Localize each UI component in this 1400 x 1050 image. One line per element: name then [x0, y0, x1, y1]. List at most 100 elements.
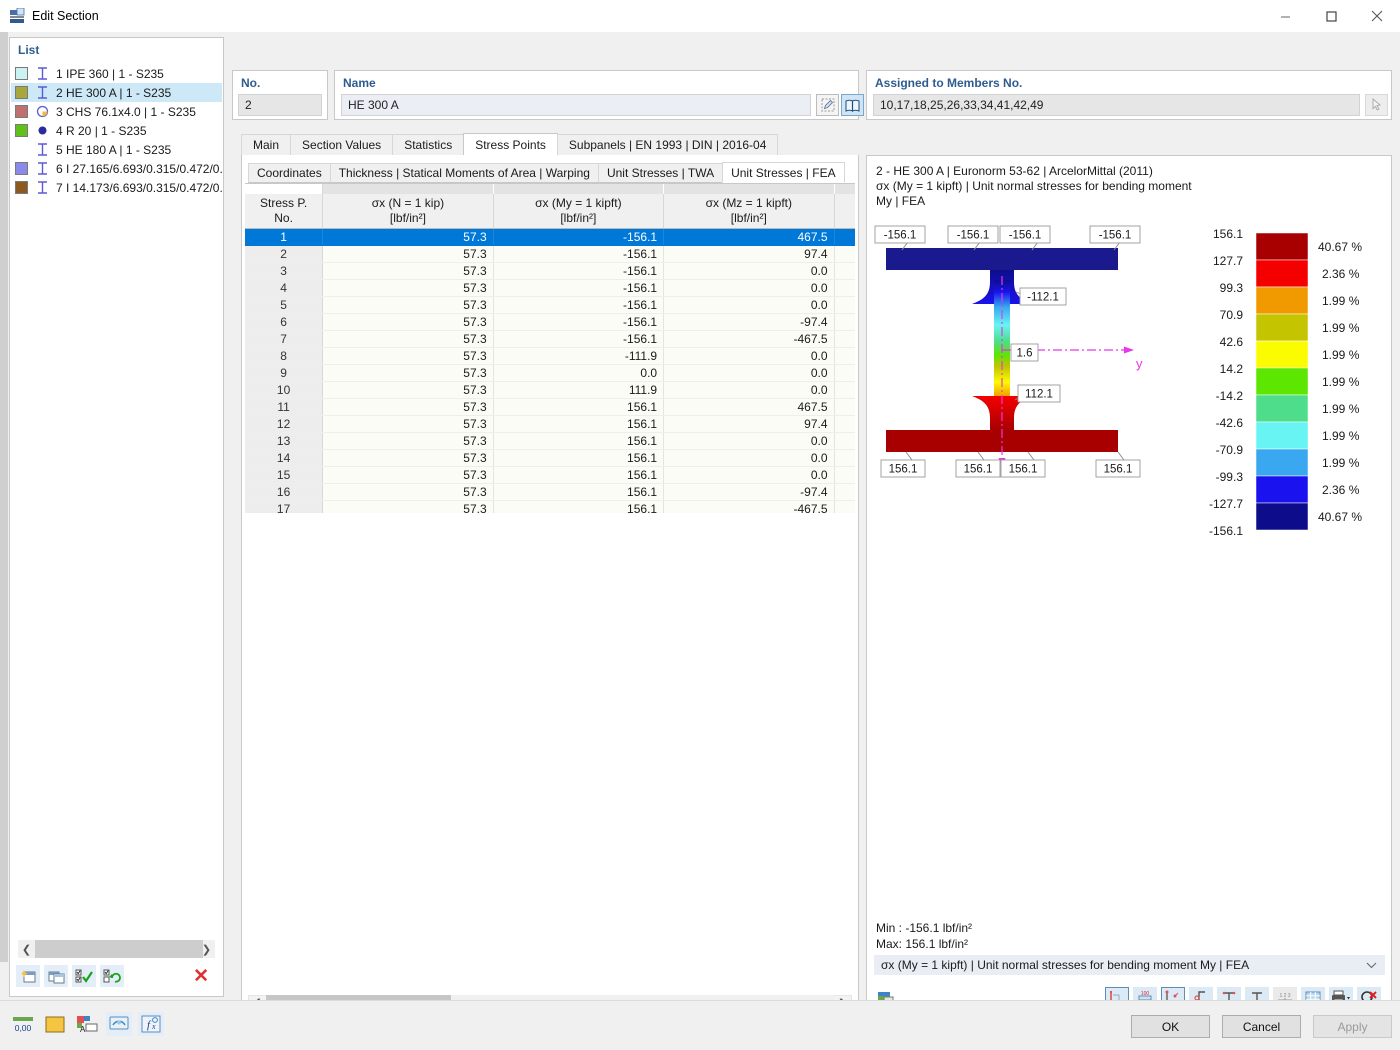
delete-section-button[interactable]: ✕: [193, 967, 209, 986]
cell-no: 11: [245, 398, 324, 416]
table-row[interactable]: 7 57.3 -156.1 -467.5 -1: [245, 330, 855, 348]
table-row[interactable]: 6 57.3 -156.1 -97.4 -0: [245, 313, 855, 331]
formula-button[interactable]: fx: [138, 1012, 164, 1036]
tab-statistics[interactable]: Statistics: [392, 134, 465, 155]
svg-text:-70.9: -70.9: [1216, 443, 1244, 457]
cell-sigma-my: -156.1: [493, 262, 665, 280]
list-item-6[interactable]: 6 I 27.165/6.693/0.315/0.472/0.197 |: [11, 159, 222, 178]
cell-sigma-my: 156.1: [493, 432, 665, 450]
tab-subpanels[interactable]: Subpanels | EN 1993 | DIN | 2016-04: [556, 134, 779, 155]
cancel-button[interactable]: Cancel: [1222, 1015, 1301, 1038]
min-value: Min : -156.1 lbf/in²: [876, 921, 973, 935]
scroll-left-icon[interactable]: ❮: [18, 940, 35, 958]
cell-sigma-n: 57.3: [322, 347, 494, 365]
tab-stress-points[interactable]: Stress Points: [463, 133, 558, 155]
list-item-7[interactable]: 7 I 14.173/6.693/0.315/0.472/0.197 |: [11, 178, 222, 197]
list-item-4[interactable]: 4 R 20 | 1 - S235: [11, 121, 222, 140]
scroll-thumb[interactable]: [35, 940, 203, 958]
table-row[interactable]: 12 57.3 156.1 97.4 -0: [245, 415, 855, 433]
tab-main[interactable]: Main: [241, 134, 292, 155]
color-button[interactable]: [42, 1012, 68, 1036]
svg-text:40.67 %: 40.67 %: [1318, 510, 1362, 524]
table-row[interactable]: 17 57.3 156.1 -467.5 1: [245, 500, 855, 513]
column-header-sigma-my[interactable]: σx (My = 1 kipft) [lbf/in²]: [493, 194, 665, 229]
cell-sigma-mz: -97.4: [663, 313, 835, 331]
list-horizontal-scrollbar[interactable]: ❮ ❯: [18, 940, 215, 958]
subtab-unit-stresses-twa[interactable]: Unit Stresses | TWA: [597, 163, 724, 183]
svg-text:14.2: 14.2: [1220, 362, 1244, 376]
list-item-1[interactable]: 1 IPE 360 | 1 - S235: [11, 64, 222, 83]
table-row[interactable]: 15 57.3 156.1 0.0 0: [245, 466, 855, 484]
table-row[interactable]: 4 57.3 -156.1 0.0 0: [245, 279, 855, 297]
apply-button[interactable]: Apply: [1313, 1015, 1392, 1038]
column-header-stress-point-no[interactable]: Stress P. No.: [245, 194, 324, 229]
cell-sigma-mw: 0: [834, 279, 855, 297]
maximize-button[interactable]: [1308, 0, 1354, 32]
cell-sigma-mw: 0: [834, 483, 855, 501]
cell-sigma-mw: 0: [834, 432, 855, 450]
cell-sigma-my: -156.1: [493, 313, 665, 331]
svg-text:-112.1: -112.1: [1027, 292, 1059, 304]
table-row[interactable]: 8 57.3 -111.9 0.0 0: [245, 347, 855, 365]
section-no-field[interactable]: 2: [238, 94, 322, 116]
svg-text:112.1: 112.1: [1025, 389, 1053, 401]
table-row[interactable]: 11 57.3 156.1 467.5 -1: [245, 398, 855, 416]
svg-text:x: x: [151, 1022, 156, 1031]
view-settings-button[interactable]: [106, 1012, 132, 1036]
refresh-sections-button[interactable]: [100, 965, 124, 987]
list-item-2[interactable]: 2 HE 300 A | 1 - S235: [11, 83, 222, 102]
table-header-strip: [245, 184, 855, 194]
table-row[interactable]: 3 57.3 -156.1 0.0 0: [245, 262, 855, 280]
table-row[interactable]: 1 57.3 -156.1 467.5 1: [245, 228, 855, 246]
subtab-thickness-statical-moments-warping[interactable]: Thickness | Statical Moments of Area | W…: [329, 163, 599, 183]
scroll-track[interactable]: [35, 940, 203, 958]
table-row[interactable]: 2 57.3 -156.1 97.4 0: [245, 245, 855, 263]
column-header-sigma-mw[interactable]: σx (Mω = 1 lbfft²) [lbf/in²]: [834, 194, 855, 229]
subtab-unit-stresses-fea[interactable]: Unit Stresses | FEA: [722, 162, 845, 183]
table-row[interactable]: 9 57.3 0.0 0.0 0: [245, 364, 855, 382]
table-row[interactable]: 5 57.3 -156.1 0.0 0: [245, 296, 855, 314]
pick-members-button[interactable]: [1365, 94, 1388, 116]
column-header-sigma-n[interactable]: σx (N = 1 kip) [lbf/in²]: [322, 194, 494, 229]
svg-text:1.99 %: 1.99 %: [1322, 321, 1360, 335]
color-swatch: [15, 67, 28, 80]
table-row[interactable]: 10 57.3 111.9 0.0 0: [245, 381, 855, 399]
ok-button[interactable]: OK: [1131, 1015, 1210, 1038]
cell-sigma-mz: 0.0: [663, 347, 835, 365]
units-button[interactable]: 0,00: [10, 1012, 36, 1036]
section-name-field[interactable]: HE 300 A: [341, 94, 811, 116]
table-row[interactable]: 13 57.3 156.1 0.0 0: [245, 432, 855, 450]
cell-sigma-my: 156.1: [493, 466, 665, 484]
chevron-down-icon[interactable]: [1366, 962, 1377, 969]
cell-sigma-n: 57.3: [322, 432, 494, 450]
column-header-sigma-mz[interactable]: σx (Mz = 1 kipft) [lbf/in²]: [663, 194, 835, 229]
list-item-5[interactable]: 5 HE 180 A | 1 - S235: [11, 140, 222, 159]
minimize-button[interactable]: [1262, 0, 1308, 32]
copy-section-button[interactable]: [44, 965, 68, 987]
cell-sigma-my: 156.1: [493, 500, 665, 513]
svg-text:156.1: 156.1: [1213, 227, 1243, 241]
list-item-3[interactable]: 3 CHS 76.1x4.0 | 1 - S235: [11, 102, 222, 121]
new-section-button[interactable]: [16, 965, 40, 987]
cell-no: 4: [245, 279, 324, 297]
section-stress-plot[interactable]: y z -156.1 -156.1 -156.1 -156.1 -: [868, 216, 1392, 906]
edit-name-button[interactable]: [816, 94, 839, 116]
stress-type-select[interactable]: σx (My = 1 kipft) | Unit normal stresses…: [874, 955, 1385, 975]
stress-points-panel: Coordinates Thickness | Statical Moments…: [241, 155, 859, 1020]
table-row[interactable]: 16 57.3 156.1 -97.4 0: [245, 483, 855, 501]
color-swatch: [15, 124, 28, 137]
assigned-members-field[interactable]: 10,17,18,25,26,33,34,41,42,49: [873, 94, 1360, 116]
cell-no: 3: [245, 262, 324, 280]
cell-sigma-my: 111.9: [493, 381, 665, 399]
header-line2: [lbf/in²]: [560, 210, 597, 225]
no-label: No.: [241, 76, 261, 90]
display-properties-button[interactable]: A: [74, 1012, 100, 1036]
svg-text:2.36 %: 2.36 %: [1322, 483, 1360, 497]
tab-section-values[interactable]: Section Values: [290, 134, 394, 155]
check-sections-button[interactable]: [72, 965, 96, 987]
section-library-button[interactable]: [841, 94, 864, 116]
table-row[interactable]: 14 57.3 156.1 0.0 0: [245, 449, 855, 467]
subtab-coordinates[interactable]: Coordinates: [248, 163, 331, 183]
header-line2: No.: [274, 210, 293, 225]
close-button[interactable]: [1354, 0, 1400, 32]
